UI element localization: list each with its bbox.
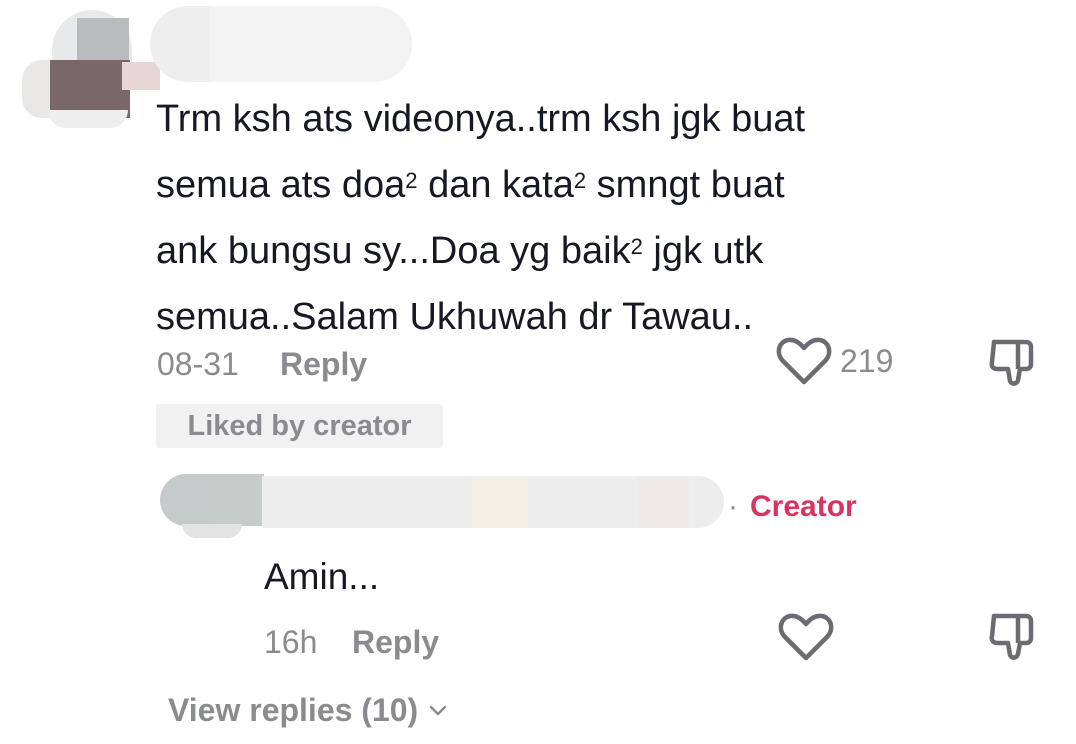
reply-like-button[interactable] [778,612,834,662]
commenter-username-redacted[interactable] [150,6,412,82]
heart-outline-icon [778,613,834,661]
comment-reply-button[interactable]: Reply [280,346,367,383]
reply-separator-dot: · [728,490,738,523]
view-replies-label: View replies (10) [168,692,419,728]
comment-timestamp: 08-31 [157,346,239,382]
thumbs-down-icon [989,613,1034,660]
comment-line-2: semua ats doa2 dan kata2 smngt buat [156,164,785,206]
creator-tag: Creator [750,490,857,523]
reply-username-redacted[interactable] [262,476,724,528]
comment-line-1: Trm ksh ats videonya..trm ksh jgk buat [156,98,806,140]
comment-text: Trm ksh ats videonya..trm ksh jgk buat s… [156,86,976,350]
reply-text: Amin... [264,556,380,597]
comment-line-4: semua..Salam Ukhuwah dr Tawau.. [156,296,754,338]
reply-timestamp: 16h [264,624,318,660]
reply-reply-button[interactable]: Reply [352,624,439,661]
commenter-avatar-redacted[interactable] [22,10,160,128]
reply-avatar-redacted[interactable] [160,468,264,540]
comment-line-3: ank bungsu sy...Doa yg baik2 jgk utk [156,230,764,272]
thumbs-down-icon [989,339,1034,386]
comment-like-button[interactable] [776,336,832,386]
reply-dislike-button[interactable] [986,610,1038,662]
liked-by-creator-badge: Liked by creator [156,404,443,448]
view-replies-button[interactable]: View replies (10) [168,692,448,729]
heart-outline-icon [776,337,832,385]
comment-dislike-button[interactable] [986,336,1038,388]
chevron-down-icon [429,705,447,715]
comment-like-count: 219 [840,343,894,379]
